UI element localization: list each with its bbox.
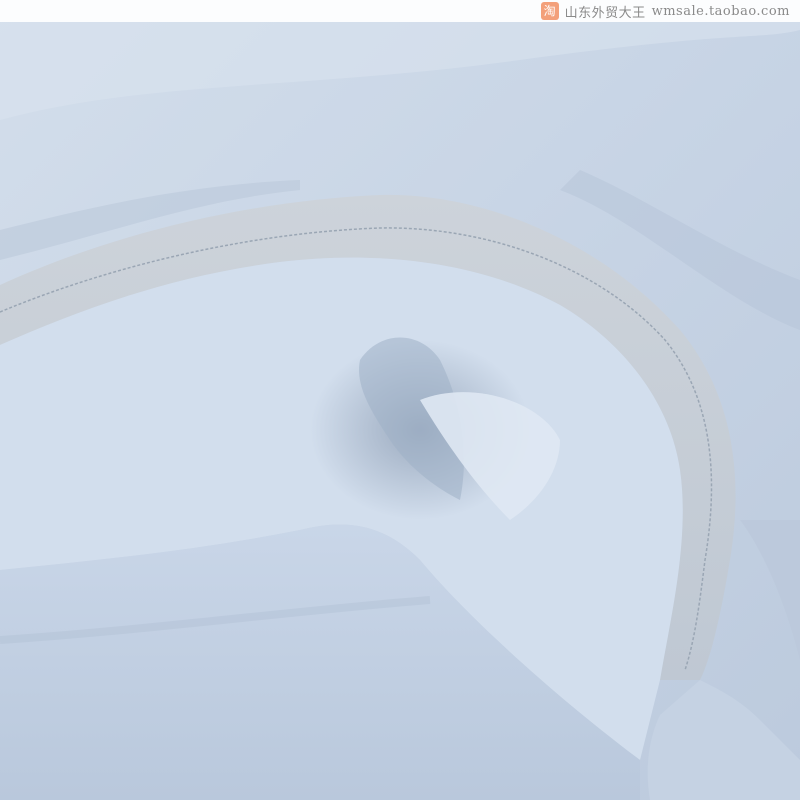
taobao-icon: 淘 xyxy=(540,2,559,20)
fabric-photo xyxy=(0,0,800,800)
watermark: 淘 山东外贸大王 wmsale.taobao.com xyxy=(540,2,790,21)
watermark-shop-name: 山东外贸大王 xyxy=(564,5,646,21)
watermark-url: wmsale.taobao.com xyxy=(651,3,790,19)
